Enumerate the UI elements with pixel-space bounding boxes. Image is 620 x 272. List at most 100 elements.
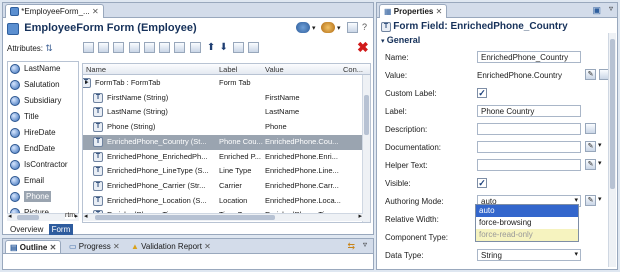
table-row[interactable]: T EnrichedPhone_Country (St... Phone Cou..… xyxy=(83,134,370,150)
data-type-select[interactable]: String ▾ xyxy=(477,249,581,261)
tab-form[interactable]: Form xyxy=(48,224,74,235)
tab-outline[interactable]: ▤ Outline ✕ xyxy=(5,240,62,253)
add-field-icon[interactable] xyxy=(83,42,94,54)
dropdown-option-auto[interactable]: auto xyxy=(476,205,578,217)
chevron-down-icon[interactable]: ▾ xyxy=(337,25,341,32)
name-field[interactable]: EnrichedPhone_Country xyxy=(477,51,581,63)
table-row[interactable]: T FirstName (String) FirstName xyxy=(83,91,370,106)
edit-authoring-mode-icon[interactable]: ✎ xyxy=(585,195,596,206)
add-table-icon[interactable] xyxy=(113,42,125,54)
dropdown-option-force-read-only[interactable]: force-read-only xyxy=(476,229,578,241)
delete-icon[interactable]: ✖ xyxy=(357,39,369,56)
list-item[interactable]: EndDate xyxy=(10,144,55,160)
attribute-label: Phone xyxy=(24,191,52,203)
documentation-field[interactable] xyxy=(477,141,581,153)
edit-documentation-icon[interactable]: ✎ xyxy=(585,141,596,152)
tab-properties[interactable]: ▦ Properties ✕ xyxy=(379,4,448,18)
expand-icon[interactable]: ▸ xyxy=(85,78,89,86)
table-row[interactable]: T Phone (String) Phone xyxy=(83,120,370,135)
move-up-icon[interactable]: ⬆ xyxy=(207,42,215,53)
list-item[interactable]: LastName xyxy=(10,64,60,80)
label-field[interactable]: Phone Country xyxy=(477,105,581,117)
close-icon[interactable]: ✕ xyxy=(436,7,443,16)
add-chart-icon[interactable] xyxy=(128,42,140,54)
section-title: General xyxy=(386,35,421,45)
cell-label: Form Tab xyxy=(219,78,251,87)
chevron-down-icon[interactable]: ▾ xyxy=(312,25,316,32)
description-extra-icon[interactable] xyxy=(585,123,596,134)
table-row[interactable]: T LastName (String) LastName xyxy=(83,105,370,120)
close-icon[interactable]: ✕ xyxy=(92,7,99,16)
column-header[interactable]: Label xyxy=(219,65,237,74)
run-icon[interactable] xyxy=(295,22,310,34)
view-menu-icon[interactable]: ▿ xyxy=(363,240,367,249)
table-row[interactable]: T EnrichedPhone_Location (S... Location Enr… xyxy=(83,194,370,209)
editor-tab[interactable]: *EmployeeForm_... ✕ xyxy=(5,4,104,18)
list-item[interactable]: Title xyxy=(10,112,39,128)
sort-icon[interactable]: ⇅ xyxy=(45,43,53,53)
helper-text-field[interactable] xyxy=(477,159,581,171)
scroll-thumb[interactable] xyxy=(95,215,275,220)
section-general[interactable]: ▾ General xyxy=(381,35,420,45)
visible-label: Visible: xyxy=(385,179,411,188)
list-item[interactable]: Salutation xyxy=(10,80,60,96)
chevron-down-icon[interactable]: ▾ xyxy=(574,196,578,204)
column-header[interactable]: Con... xyxy=(343,65,363,74)
add-tab-icon[interactable] xyxy=(189,42,201,54)
component-type-label: Component Type: xyxy=(385,233,449,242)
chevron-down-icon[interactable]: ▾ xyxy=(598,159,602,167)
help-icon[interactable]: ? xyxy=(362,22,367,32)
tab-validation-report[interactable]: ▲ Validation Report ✕ xyxy=(127,240,215,253)
list-item-selected[interactable]: Phone xyxy=(10,191,52,208)
description-field[interactable] xyxy=(477,123,581,135)
list-item[interactable]: Email xyxy=(10,176,44,192)
cell-value: EnrichedPhone.Enri... xyxy=(265,151,338,161)
chevron-down-icon[interactable]: ▾ xyxy=(598,195,602,203)
visible-checkbox[interactable]: ✓ xyxy=(477,178,487,188)
properties-vertical-scrollbar[interactable] xyxy=(608,33,616,267)
chevron-down-icon[interactable]: ▾ xyxy=(574,250,578,258)
preview-icon[interactable] xyxy=(320,22,335,34)
view-toolbar-icon[interactable]: ▣ xyxy=(592,5,601,16)
table-vertical-scrollbar[interactable] xyxy=(362,75,370,222)
table-row[interactable]: T ▸ FormTab : FormTab Form Tab xyxy=(83,76,370,91)
close-icon[interactable]: ✕ xyxy=(113,242,120,251)
move-down-icon[interactable]: ⬇ xyxy=(220,42,228,53)
scroll-thumb[interactable] xyxy=(610,39,615,189)
add-image-icon[interactable] xyxy=(143,42,155,54)
table-row[interactable]: T EnrichedPhone_Carrier (Str... Carrier Enr… xyxy=(83,179,370,194)
scroll-thumb[interactable] xyxy=(17,215,39,220)
dropdown-option-force-browsing[interactable]: force-browsing xyxy=(476,217,578,229)
add-list-icon[interactable] xyxy=(159,42,171,54)
expand-all-icon[interactable] xyxy=(233,42,245,54)
cell-value: EnrichedPhone.Carr... xyxy=(265,180,339,190)
tab-progress[interactable]: ▭ Progress ✕ xyxy=(65,240,124,253)
scroll-left-icon[interactable]: ◂ xyxy=(84,212,88,220)
list-item[interactable]: HireDate xyxy=(10,128,56,144)
scroll-thumb[interactable] xyxy=(364,95,369,135)
save-icon[interactable] xyxy=(346,22,358,34)
tab-overview[interactable]: Overview xyxy=(7,224,46,235)
table-horizontal-scrollbar[interactable]: ◂ ▸ xyxy=(83,213,363,221)
table-row[interactable]: T EnrichedPhone_LineType (S... Line Type En… xyxy=(83,164,370,179)
chevron-down-icon[interactable]: ▾ xyxy=(598,141,602,149)
custom-label-checkbox[interactable]: ✓ xyxy=(477,88,487,98)
add-column-icon[interactable] xyxy=(174,42,186,54)
column-header[interactable]: Value xyxy=(265,65,284,74)
edit-helper-text-icon[interactable]: ✎ xyxy=(585,159,596,170)
table-row[interactable]: T EnrichedPhone_EnrichedPh... Enriched P..… xyxy=(83,150,370,165)
scroll-left-icon[interactable]: ◂ xyxy=(8,212,12,220)
documentation-label: Documentation: xyxy=(385,143,442,152)
scroll-right-icon[interactable]: ▸ xyxy=(358,212,362,220)
link-with-editor-icon[interactable]: ⇆ xyxy=(347,241,355,252)
close-icon[interactable]: ✕ xyxy=(50,243,57,252)
chevron-down-icon[interactable]: ▾ xyxy=(381,38,385,45)
add-group-icon[interactable] xyxy=(98,42,110,54)
collapse-all-icon[interactable] xyxy=(248,42,260,54)
view-menu-icon[interactable]: ▿ xyxy=(609,4,613,13)
edit-value-icon[interactable]: ✎ xyxy=(585,69,596,80)
list-item[interactable]: IsContractor xyxy=(10,160,68,176)
column-header[interactable]: Name xyxy=(86,65,106,74)
close-icon[interactable]: ✕ xyxy=(204,242,211,251)
list-item[interactable]: Subsidiary xyxy=(10,96,61,112)
